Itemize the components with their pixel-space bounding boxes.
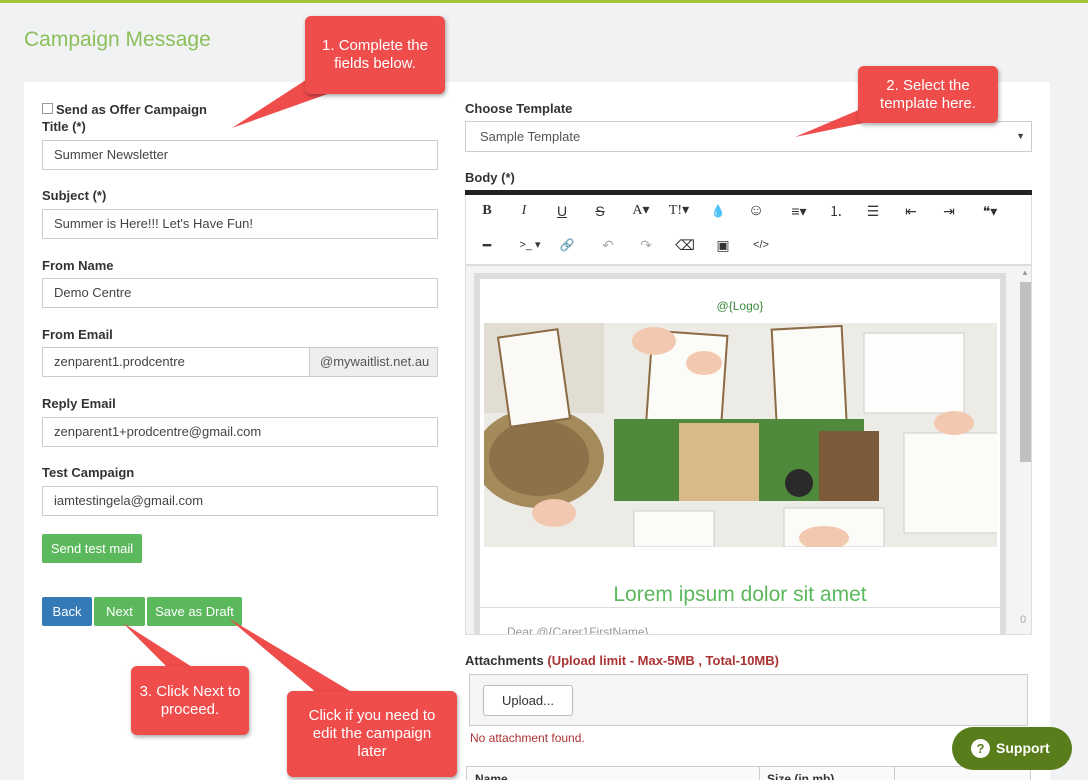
help-icon: ?	[971, 739, 990, 758]
callout-save-draft: Click if you need to edit the campaign l…	[287, 691, 457, 777]
callout-complete-fields: 1. Complete the fields below.	[305, 16, 445, 94]
support-button[interactable]: ? Support	[952, 727, 1072, 770]
callout-select-template: 2. Select the template here.	[858, 66, 998, 123]
support-label: Support	[996, 740, 1050, 756]
callout-click-next: 3. Click Next to proceed.	[131, 666, 249, 735]
